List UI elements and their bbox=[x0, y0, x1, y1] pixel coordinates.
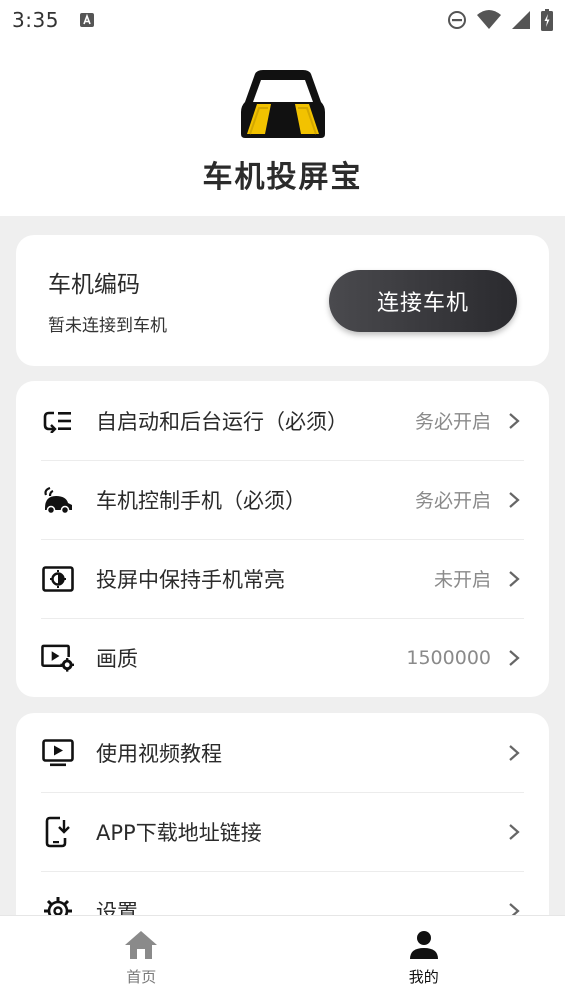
links-row-app-download[interactable]: APP下载地址链接 bbox=[16, 792, 549, 871]
status-time: 3:35 bbox=[12, 8, 59, 32]
app-screen: 3:35 车机投屏宝 车机编码 暂未连接到车机 连接车机 自启动和后台运行（必须… bbox=[0, 0, 565, 1004]
connection-status: 暂未连接到车机 bbox=[48, 316, 167, 336]
settings-row-keep-screen-on[interactable]: 投屏中保持手机常亮 未开启 bbox=[16, 539, 549, 618]
app-title: 车机投屏宝 bbox=[202, 160, 363, 195]
chevron-right-icon bbox=[509, 412, 520, 429]
settings-row-value: 务必开启 bbox=[414, 411, 491, 433]
settings-row-video-quality[interactable]: 画质 1500000 bbox=[16, 618, 549, 697]
video-tutorial-icon bbox=[41, 736, 74, 769]
status-bar: 3:35 bbox=[0, 0, 565, 40]
bottom-navigation: 首页 我的 bbox=[0, 916, 565, 1004]
car-control-icon bbox=[41, 483, 74, 516]
chevron-right-icon bbox=[509, 570, 520, 587]
chevron-right-icon bbox=[509, 649, 520, 666]
settings-row-label: 投屏中保持手机常亮 bbox=[96, 567, 285, 592]
connect-info: 车机编码 暂未连接到车机 bbox=[48, 265, 329, 336]
nav-mine-label: 我的 bbox=[408, 968, 439, 986]
links-row-video-tutorial[interactable]: 使用视频教程 bbox=[16, 713, 549, 792]
battery-icon bbox=[541, 9, 553, 31]
connect-card: 车机编码 暂未连接到车机 连接车机 bbox=[16, 235, 549, 366]
car-logo-icon bbox=[240, 70, 325, 138]
settings-row-value: 务必开启 bbox=[414, 490, 491, 512]
connect-car-button[interactable]: 连接车机 bbox=[329, 269, 517, 332]
settings-row-autostart[interactable]: 自启动和后台运行（必须） 务必开启 bbox=[16, 381, 549, 460]
nav-tab-home[interactable]: 首页 bbox=[0, 916, 283, 1004]
notification-a-icon bbox=[79, 13, 94, 27]
status-icons bbox=[447, 9, 553, 31]
settings-row-car-control[interactable]: 车机控制手机（必须） 务必开启 bbox=[16, 460, 549, 539]
autostart-icon bbox=[41, 404, 74, 437]
app-header: 车机投屏宝 bbox=[0, 40, 565, 216]
chevron-right-icon bbox=[509, 491, 520, 508]
person-icon bbox=[409, 931, 438, 959]
settings-row-label: 画质 bbox=[96, 646, 138, 671]
settings-row-value: 未开启 bbox=[433, 569, 491, 591]
home-icon bbox=[125, 931, 158, 959]
nav-home-label: 首页 bbox=[126, 968, 157, 986]
download-phone-icon bbox=[41, 815, 74, 848]
links-row-label: 使用视频教程 bbox=[96, 741, 222, 766]
wifi-icon bbox=[477, 10, 501, 29]
nav-tab-mine[interactable]: 我的 bbox=[283, 916, 565, 1004]
signal-icon bbox=[512, 11, 530, 29]
do-not-disturb-icon bbox=[448, 11, 466, 29]
chevron-right-icon bbox=[509, 744, 520, 761]
links-row-label: APP下载地址链接 bbox=[96, 820, 262, 845]
video-quality-icon bbox=[41, 641, 74, 674]
car-code-label: 车机编码 bbox=[48, 272, 140, 298]
settings-row-label: 车机控制手机（必须） bbox=[96, 488, 306, 513]
settings-row-label: 自启动和后台运行（必须） bbox=[96, 409, 348, 434]
chevron-right-icon bbox=[509, 823, 520, 840]
screen-brightness-icon bbox=[41, 562, 74, 595]
settings-row-value: 1500000 bbox=[406, 646, 491, 669]
settings-card: 自启动和后台运行（必须） 务必开启 车机控制手机（必须） 务必开启 投屏中保持手… bbox=[16, 381, 549, 697]
